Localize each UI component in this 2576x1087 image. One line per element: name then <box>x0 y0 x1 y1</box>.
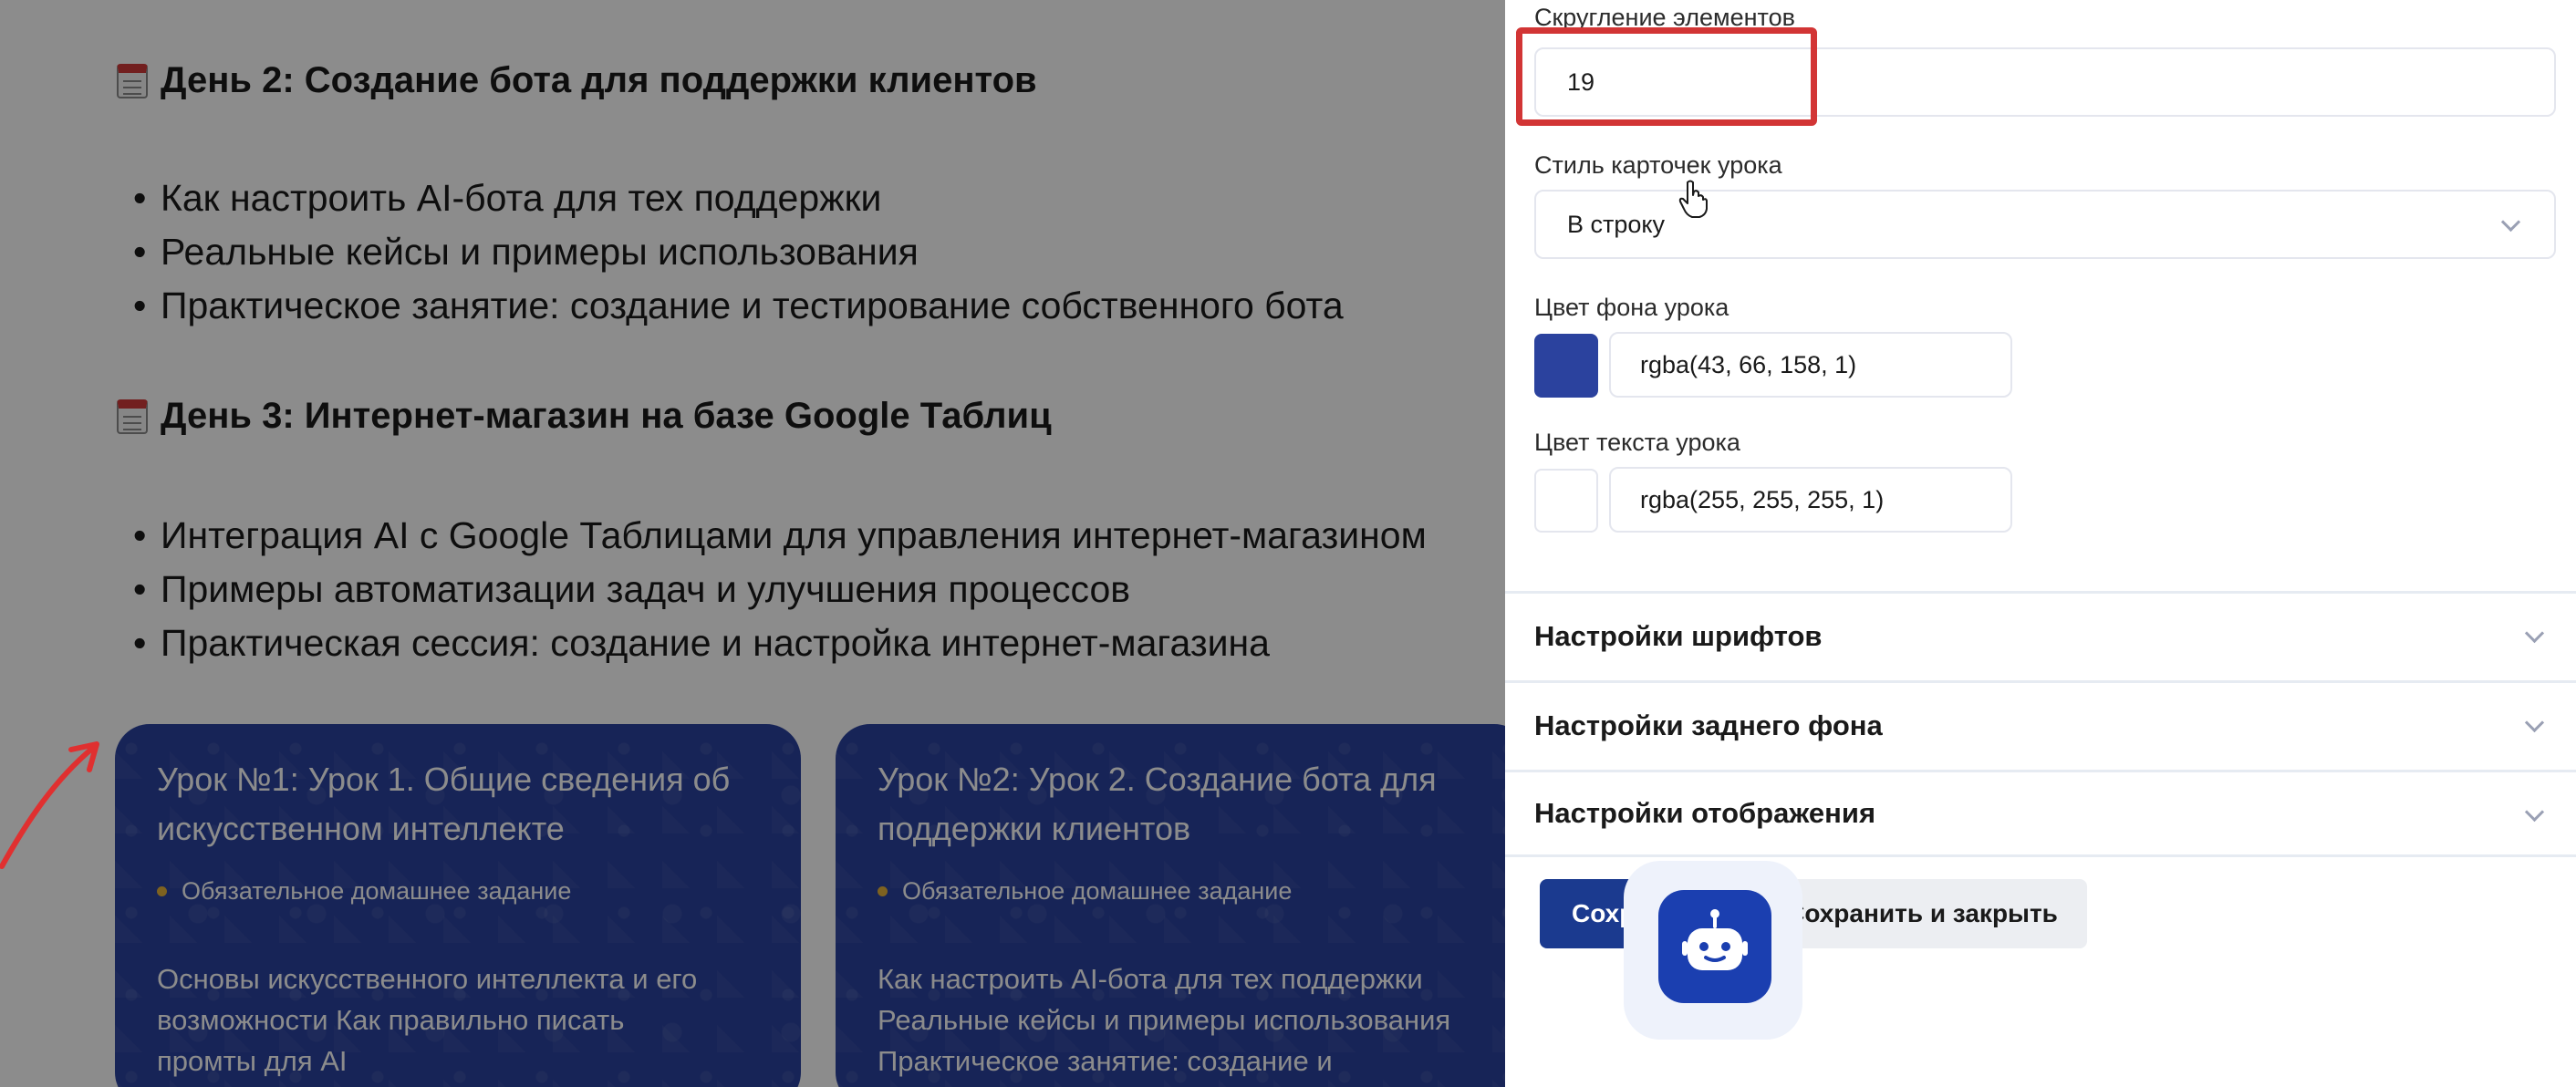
chevron-down-icon <box>2524 623 2545 644</box>
day-2-bullets: Как настроить AI-бота для тех поддержки … <box>133 171 1344 333</box>
section-font-settings[interactable]: Настройки шрифтов <box>1505 591 2576 678</box>
lesson-desc-line: Практическое занятие: создание и <box>878 1045 1333 1077</box>
chat-bot-widget <box>1624 861 1802 1040</box>
lesson-title-line: поддержки клиентов <box>878 810 1191 847</box>
day-title: День 2: Создание бота для поддержки клие… <box>161 60 1037 100</box>
day-title: День 3: Интернет-магазин на базе Google … <box>161 396 1052 436</box>
bg-color-input[interactable]: rgba(43, 66, 158, 1) <box>1609 332 2012 398</box>
homework-badge: Обязательное домашнее задание <box>157 877 759 906</box>
lesson-description: Основы искусственного интеллекта и его в… <box>157 958 759 1082</box>
lesson-card-1: Урок №1: Урок 1. Общие сведения об искус… <box>115 724 801 1087</box>
homework-label: Обязательное домашнее задание <box>182 877 572 905</box>
day-3-heading: День 3: Интернет-магазин на базе Google … <box>117 396 1052 437</box>
text-color-label: Цвет текста урока <box>1534 429 1740 456</box>
lesson-desc-line: промты для AI <box>157 1045 348 1077</box>
card-style-label: Стиль карточек урока <box>1534 151 1782 179</box>
bg-color-swatch[interactable] <box>1534 334 1598 398</box>
lesson-desc-line: Реальные кейсы и примеры использования <box>878 1004 1451 1036</box>
list-item: Практическая сессия: создание и настройк… <box>133 616 1427 670</box>
lesson-title-line: Урок №1: Урок 1. Общие сведения об <box>157 761 731 798</box>
lesson-title-line: искусственном интеллекте <box>157 810 565 847</box>
section-title: Настройки заднего фона <box>1534 709 1883 741</box>
day-3-bullets: Интеграция AI с Google Таблицами для упр… <box>133 509 1427 670</box>
bg-color-label: Цвет фона урока <box>1534 294 1729 321</box>
chat-bot-button[interactable] <box>1658 890 1771 1003</box>
chevron-down-icon <box>2500 212 2521 233</box>
page-preview: День 2: Создание бота для поддержки клие… <box>0 0 1505 1087</box>
chevron-down-icon <box>2524 802 2545 823</box>
status-dot-icon <box>157 886 167 896</box>
lesson-title: Урок №1: Урок 1. Общие сведения об искус… <box>157 755 759 854</box>
lesson-description: Как настроить AI-бота для тех поддержки … <box>878 958 1487 1082</box>
status-dot-icon <box>878 886 888 896</box>
section-title: Настройки отображения <box>1534 797 1876 829</box>
lesson-desc-line: возможности Как правильно писать <box>157 1004 625 1036</box>
robot-icon <box>1682 909 1748 970</box>
rounding-input[interactable]: 19 <box>1534 47 2556 117</box>
section-background-settings[interactable]: Настройки заднего фона <box>1505 680 2576 768</box>
list-item: Интеграция AI с Google Таблицами для упр… <box>133 509 1427 563</box>
calendar-icon <box>117 399 148 434</box>
list-item: Как настроить AI-бота для тех поддержки <box>133 171 1344 225</box>
lesson-desc-line: Как настроить AI-бота для тех поддержки <box>878 963 1423 995</box>
hand-cursor-icon <box>1678 180 1708 218</box>
calendar-icon <box>117 63 148 98</box>
chevron-down-icon <box>2524 712 2545 733</box>
section-title: Настройки шрифтов <box>1534 619 1823 652</box>
lesson-title-line: Урок №2: Урок 2. Создание бота для <box>878 761 1437 798</box>
day-2-heading: День 2: Создание бота для поддержки клие… <box>117 60 1037 101</box>
lesson-card-2: Урок №2: Урок 2. Создание бота для подде… <box>836 724 1505 1087</box>
arrow-annotation-icon <box>0 741 99 869</box>
homework-label: Обязательное домашнее задание <box>902 877 1293 905</box>
section-display-settings[interactable]: Настройки отображения <box>1505 770 2576 857</box>
list-item: Практическое занятие: создание и тестиро… <box>133 279 1344 333</box>
card-style-value: В строку <box>1567 210 1666 238</box>
text-color-swatch[interactable] <box>1534 469 1598 533</box>
lesson-desc-line: Основы искусственного интеллекта и его <box>157 963 698 995</box>
list-item: Реальные кейсы и примеры использования <box>133 225 1344 279</box>
text-color-input[interactable]: rgba(255, 255, 255, 1) <box>1609 467 2012 533</box>
list-item: Примеры автоматизации задач и улучшения … <box>133 563 1427 616</box>
homework-badge: Обязательное домашнее задание <box>878 877 1487 906</box>
lesson-title: Урок №2: Урок 2. Создание бота для подде… <box>878 755 1487 854</box>
save-and-close-button[interactable]: Сохранить и закрыть <box>1757 879 2087 948</box>
rounding-label: Скругление элементов <box>1534 4 1795 31</box>
